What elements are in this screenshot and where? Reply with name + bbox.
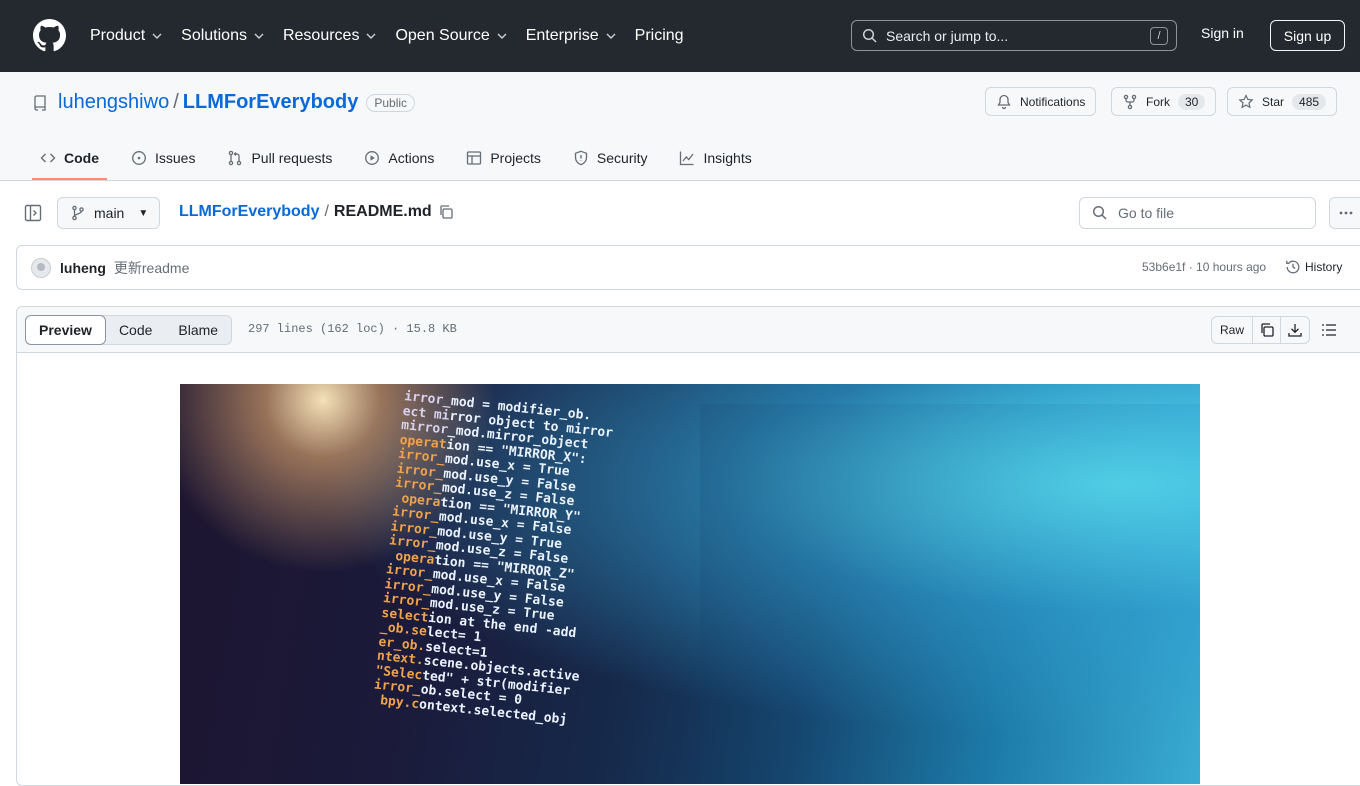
repo-owner-link[interactable]: luhengshiwo [58,91,169,114]
visibility-badge: Public [366,93,416,112]
tab-insights[interactable]: Insights [671,138,759,178]
search-shortcut-key: / [1150,27,1168,45]
more-options-button[interactable] [1329,197,1360,229]
download-button[interactable] [1281,317,1309,343]
file-toolbar: Preview Code Blame 297 lines (162 loc) ·… [17,307,1360,353]
blame-mode-button[interactable]: Blame [165,316,231,344]
tab-issues[interactable]: Issues [123,138,203,178]
table-icon [467,151,482,165]
repo-name-link[interactable]: LLMForEverybody [183,91,359,114]
star-button[interactable]: Star 485 [1227,87,1338,116]
global-nav: Product Solutions Resources Open Source … [90,0,702,72]
git-branch-icon [72,205,84,221]
global-search-input[interactable]: Search or jump to... / [851,20,1177,51]
repo-title-separator: / [173,91,179,113]
nav-product[interactable]: Product [90,27,163,45]
breadcrumb-repo-link[interactable]: LLMForEverybody [179,203,319,221]
file-stats: 297 lines (162 loc) · 15.8 KB [248,322,457,336]
view-mode-toggle: Preview Code Blame [25,315,233,345]
file-actions-group: Raw [1211,316,1311,344]
hero-blur-overlay [700,404,1200,784]
issue-icon [132,151,146,165]
graph-icon [680,151,695,166]
copy-icon[interactable] [438,204,454,220]
sign-in-link[interactable]: Sign in [1201,25,1244,41]
copy-icon [1260,323,1274,337]
search-placeholder: Search or jump to... [886,27,1009,44]
history-icon [1286,260,1300,274]
nav-pricing[interactable]: Pricing [635,27,684,45]
file-viewer: Preview Code Blame 297 lines (162 loc) ·… [16,306,1360,786]
global-header: Product Solutions Resources Open Source … [0,0,1360,72]
hero-code-text: irror_mod = modifier_ob. ect mirror objec… [372,389,763,745]
tab-projects[interactable]: Projects [458,138,549,178]
tab-code[interactable]: Code [32,138,107,180]
go-to-file-input[interactable]: Go to file [1079,197,1316,229]
github-logo-icon[interactable] [33,19,66,52]
commit-message-link[interactable]: 更新readme [114,258,189,278]
notifications-button[interactable]: Notifications [985,87,1097,116]
history-button[interactable]: History [1285,259,1342,275]
nav-open-source[interactable]: Open Source [395,27,507,45]
breadcrumb-separator: / [324,203,329,220]
go-to-file-placeholder: Go to file [1118,205,1175,221]
nav-resources[interactable]: Resources [283,27,377,45]
chevron-down-icon [254,33,264,39]
list-outline-icon[interactable] [1321,322,1337,338]
repo-title: luhengshiwo / LLMForEverybody Public [32,91,416,114]
commit-sha-time[interactable]: 53b6e1f · 10 hours ago [1142,260,1266,274]
repo-icon [34,94,46,111]
commit-author-link[interactable]: luheng [60,260,106,276]
code-icon [40,153,56,163]
download-icon [1288,324,1302,337]
sidepanel-expand-icon[interactable] [24,204,42,222]
branch-selector-button[interactable]: main ▼ [57,197,160,229]
chevron-down-icon [152,33,162,39]
tab-pull-requests[interactable]: Pull requests [219,138,340,178]
chevron-down-icon [606,33,616,39]
repo-tabs: Code Issues Pull requests Actions Projec… [32,138,776,180]
star-count: 485 [1292,93,1327,110]
pull-request-icon [229,150,242,166]
preview-mode-button[interactable]: Preview [25,315,106,345]
avatar[interactable] [31,257,51,278]
tab-actions[interactable]: Actions [356,138,442,178]
tab-security[interactable]: Security [565,138,656,178]
repo-header: luhengshiwo / LLMForEverybody Public Not… [0,72,1360,181]
branch-name: main [94,205,125,221]
code-mode-button[interactable]: Code [106,316,165,344]
nav-solutions[interactable]: Solutions [181,27,265,45]
fork-button[interactable]: Fork 30 [1111,87,1217,116]
star-icon [1238,93,1254,108]
fork-icon [1123,94,1137,109]
fork-count: 30 [1178,93,1206,110]
copy-raw-button[interactable] [1253,317,1282,343]
bell-icon [997,94,1011,109]
caret-down-icon: ▼ [138,207,149,219]
raw-button[interactable]: Raw [1212,317,1254,343]
nav-enterprise[interactable]: Enterprise [526,27,617,45]
chevron-down-icon [366,33,376,39]
shield-icon [574,150,588,166]
play-icon [365,151,380,165]
readme-hero-image: irror_mod = modifier_ob. ect mirror objec… [180,384,1200,784]
chevron-down-icon [497,33,507,39]
file-breadcrumb: LLMForEverybody / README.md [179,203,454,221]
search-icon [1092,205,1107,220]
kebab-horizontal-icon [1339,211,1353,215]
latest-commit-bar: luheng 更新readme 53b6e1f · 10 hours ago H… [16,245,1360,290]
search-icon [862,28,877,43]
sign-up-button[interactable]: Sign up [1270,20,1345,51]
breadcrumb-file-name: README.md [333,203,432,220]
